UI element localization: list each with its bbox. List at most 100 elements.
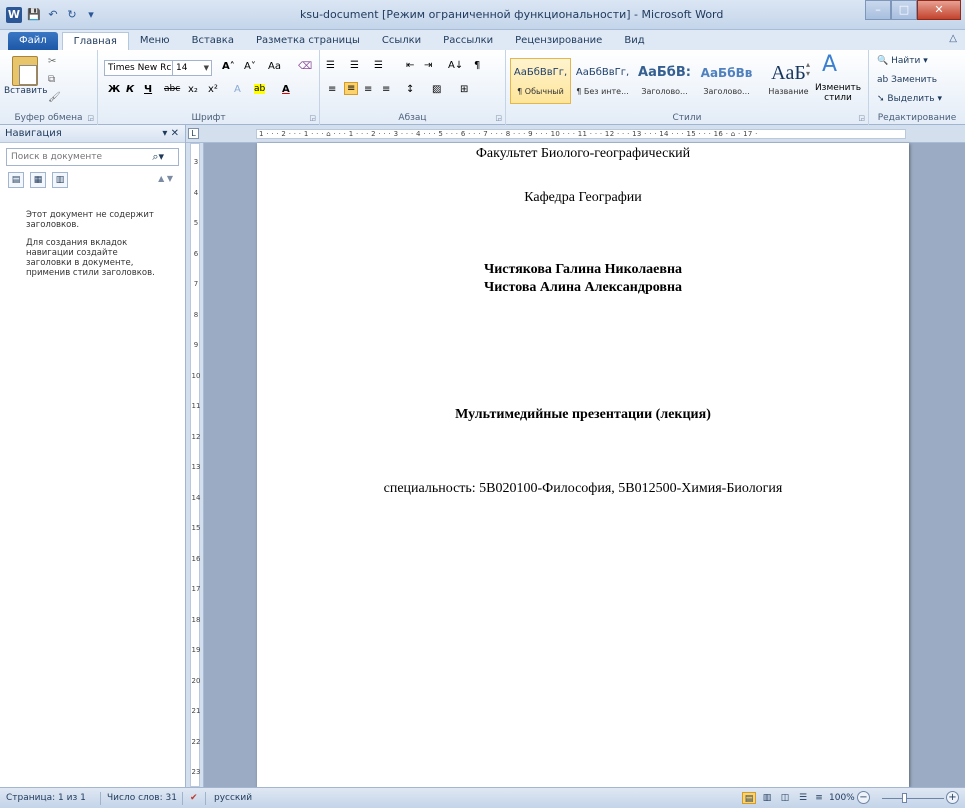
search-icon[interactable]: ⌕▾ bbox=[152, 150, 164, 164]
maximize-button[interactable]: □ bbox=[891, 0, 917, 20]
outline-view-icon[interactable]: ☰ bbox=[796, 792, 810, 804]
tab-mailings[interactable]: Рассылки bbox=[432, 32, 504, 50]
align-right-button[interactable]: ≡ bbox=[364, 84, 372, 95]
bullets-button[interactable]: ☰ bbox=[326, 60, 335, 71]
web-layout-icon[interactable]: ◫ bbox=[778, 792, 792, 804]
zoom-slider-track[interactable] bbox=[882, 798, 944, 799]
save-icon[interactable]: 💾 bbox=[27, 8, 41, 22]
tab-file[interactable]: Файл bbox=[8, 32, 58, 50]
decrease-indent-button[interactable]: ⇤ bbox=[406, 60, 414, 71]
styles-scroll-icon[interactable]: ▴ ▾ bbox=[806, 60, 810, 78]
horizontal-ruler[interactable]: L 1 · · · 2 · · · 1 · · · ⌂ · · · 1 · · … bbox=[186, 125, 965, 143]
text-effects-button[interactable]: A bbox=[234, 84, 241, 95]
binoculars-icon: 🔍 bbox=[877, 56, 889, 66]
customize-toolbar-icon[interactable]: ▾ bbox=[84, 8, 98, 22]
undo-icon[interactable]: ↶ bbox=[46, 8, 60, 22]
ribbon-minimize-icon[interactable]: △ bbox=[949, 33, 957, 44]
quick-access-toolbar: W 💾 ↶ ↻ ▾ bbox=[6, 7, 98, 23]
zoom-slider-thumb[interactable] bbox=[902, 793, 907, 803]
zoom-out-icon[interactable]: − bbox=[857, 791, 870, 804]
align-center-button[interactable]: ≡ bbox=[344, 82, 359, 95]
styles-launcher-icon[interactable]: ◲ bbox=[858, 114, 865, 122]
cut-icon[interactable]: ✂ bbox=[48, 56, 56, 67]
shrink-font-button[interactable]: A˅ bbox=[244, 61, 256, 72]
close-button[interactable]: ✕ bbox=[917, 0, 961, 20]
word-app-icon[interactable]: W bbox=[6, 7, 22, 23]
clipboard-launcher-icon[interactable]: ◲ bbox=[87, 114, 94, 122]
replace-button[interactable]: ab Заменить bbox=[877, 75, 937, 85]
numbering-button[interactable]: ☰ bbox=[350, 60, 359, 71]
tab-view[interactable]: Вид bbox=[613, 32, 655, 50]
underline-button[interactable]: Ч bbox=[144, 84, 152, 95]
zoom-level[interactable]: 100% bbox=[829, 788, 855, 808]
document-page[interactable]: Факультет Биолого-географический Кафедра… bbox=[257, 143, 909, 787]
highlight-button[interactable]: ab bbox=[254, 84, 266, 94]
paste-button[interactable]: Вставить bbox=[4, 86, 48, 96]
ribbon: Вставить ✂ ⧉ 🖌 Буфер обмена ◲ Times New … bbox=[0, 50, 965, 125]
word-count[interactable]: Число слов: 31 bbox=[107, 788, 177, 808]
sort-button[interactable]: A↓ bbox=[448, 60, 463, 71]
tab-home[interactable]: Главная bbox=[61, 32, 129, 50]
style-no-spacing[interactable]: АаБбВвГг, ¶ Без инте... bbox=[572, 58, 633, 104]
close-icon[interactable]: ▾ ✕ bbox=[162, 125, 179, 143]
grow-font-button[interactable]: A˄ bbox=[222, 61, 235, 72]
tab-references[interactable]: Ссылки bbox=[371, 32, 432, 50]
vertical-ruler-number: 6 bbox=[193, 249, 199, 258]
select-button[interactable]: ➘ Выделить ▾ bbox=[877, 94, 942, 104]
font-launcher-icon[interactable]: ◲ bbox=[309, 114, 316, 122]
font-group-label: Шрифт bbox=[191, 113, 226, 123]
clear-format-button[interactable]: ⌫ bbox=[298, 61, 312, 72]
tab-menu[interactable]: Меню bbox=[129, 32, 181, 50]
vertical-ruler-number: 4 bbox=[193, 188, 199, 197]
department-line: Кафедра Географии bbox=[524, 190, 642, 205]
zoom-in-icon[interactable]: + bbox=[946, 791, 959, 804]
multilevel-list-button[interactable]: ☰ bbox=[374, 60, 383, 71]
results-view-icon[interactable]: ▥ bbox=[52, 172, 68, 188]
find-button[interactable]: 🔍 Найти ▾ bbox=[877, 56, 928, 66]
search-input[interactable] bbox=[7, 149, 137, 165]
borders-button[interactable]: ⊞ bbox=[460, 84, 468, 95]
nav-prev-next-icon[interactable]: ▲ ▼ bbox=[158, 174, 173, 183]
italic-button[interactable]: К bbox=[126, 84, 134, 95]
full-screen-reading-icon[interactable]: ▥ bbox=[760, 792, 774, 804]
print-layout-icon[interactable]: ▤ bbox=[742, 792, 756, 804]
page-count[interactable]: Страница: 1 из 1 bbox=[6, 788, 86, 808]
vertical-ruler-number: 22 bbox=[191, 737, 201, 746]
vertical-ruler[interactable]: 3 4 5 6 7 8 9 10 11 12 13 14 15 16 17 18 19 20 21 22 23 bbox=[186, 143, 204, 787]
change-styles-button[interactable]: Изменить стили bbox=[812, 83, 864, 103]
show-marks-button[interactable]: ¶ bbox=[474, 60, 480, 71]
bold-button[interactable]: Ж bbox=[108, 84, 120, 95]
strikethrough-button[interactable]: abc bbox=[164, 84, 180, 94]
superscript-button[interactable]: x² bbox=[208, 84, 218, 95]
ribbon-tabs: Файл Главная Меню Вставка Разметка стран… bbox=[0, 30, 965, 50]
tab-page-layout[interactable]: Разметка страницы bbox=[245, 32, 371, 50]
font-size-dropdown[interactable]: 14 ▼ bbox=[172, 60, 212, 76]
shading-button[interactable]: ▨ bbox=[432, 84, 441, 95]
line-spacing-button[interactable]: ↕ bbox=[406, 84, 414, 95]
minimize-button[interactable]: – bbox=[865, 0, 891, 20]
justify-button[interactable]: ≡ bbox=[382, 84, 390, 95]
paste-icon[interactable] bbox=[12, 56, 38, 86]
draft-view-icon[interactable]: ≡ bbox=[812, 792, 826, 804]
pages-view-icon[interactable]: ▦ bbox=[30, 172, 46, 188]
change-case-button[interactable]: Aa bbox=[268, 61, 281, 72]
tab-review[interactable]: Рецензирование bbox=[504, 32, 613, 50]
paragraph-launcher-icon[interactable]: ◲ bbox=[495, 114, 502, 122]
style-heading-1[interactable]: АаБбВ: Заголово... bbox=[634, 58, 695, 104]
format-painter-icon[interactable]: 🖌 bbox=[48, 92, 61, 103]
tab-selector[interactable]: L bbox=[188, 128, 199, 139]
redo-icon[interactable]: ↻ bbox=[65, 8, 79, 22]
increase-indent-button[interactable]: ⇥ bbox=[424, 60, 432, 71]
copy-icon[interactable]: ⧉ bbox=[48, 74, 55, 85]
style-heading-2[interactable]: АаБбВв Заголово... bbox=[696, 58, 757, 104]
tab-insert[interactable]: Вставка bbox=[181, 32, 245, 50]
headings-view-icon[interactable]: ▤ bbox=[8, 172, 24, 188]
language-indicator[interactable]: русский bbox=[214, 788, 252, 808]
align-left-button[interactable]: ≡ bbox=[328, 84, 336, 95]
proofing-icon[interactable]: ✔ bbox=[190, 788, 198, 808]
change-styles-icon[interactable]: A bbox=[822, 52, 837, 77]
font-color-button[interactable]: A bbox=[282, 84, 290, 95]
subscript-button[interactable]: x₂ bbox=[188, 84, 198, 95]
vertical-ruler-number: 12 bbox=[191, 432, 201, 441]
style-normal[interactable]: АаБбВвГг, ¶ Обычный bbox=[510, 58, 571, 104]
